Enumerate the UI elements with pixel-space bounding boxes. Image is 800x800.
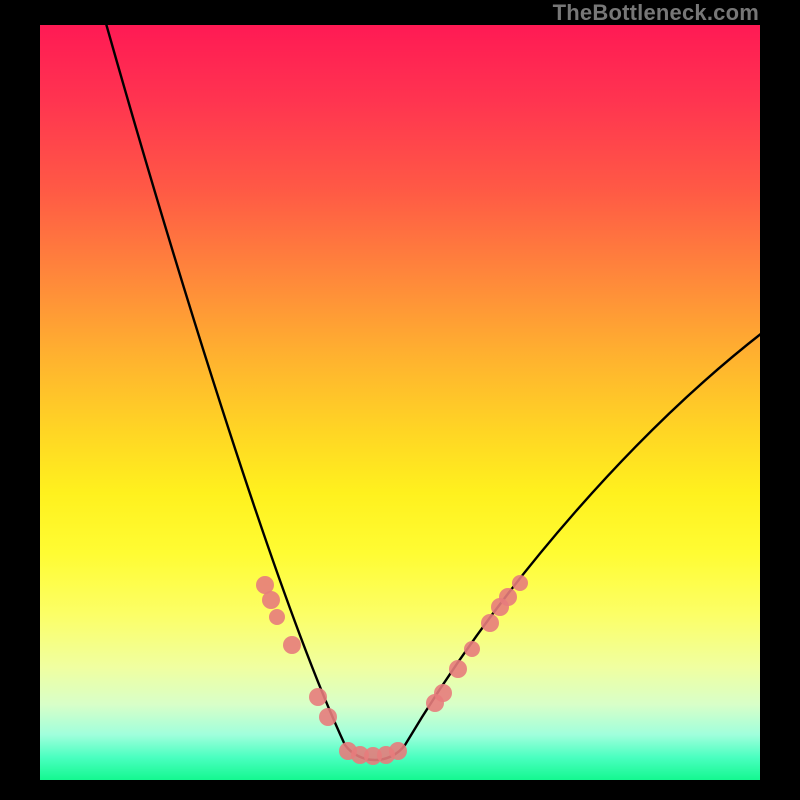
watermark-text: TheBottleneck.com [553, 0, 759, 26]
data-markers [256, 575, 528, 765]
data-point [499, 588, 517, 606]
bottleneck-curve [105, 20, 775, 760]
data-point [319, 708, 337, 726]
data-point [449, 660, 467, 678]
data-point [481, 614, 499, 632]
data-point [512, 575, 528, 591]
chart-svg [40, 25, 760, 780]
data-point [309, 688, 327, 706]
data-point [283, 636, 301, 654]
data-point [262, 591, 280, 609]
data-point [434, 684, 452, 702]
data-point [269, 609, 285, 625]
data-point [464, 641, 480, 657]
data-point [389, 742, 407, 760]
